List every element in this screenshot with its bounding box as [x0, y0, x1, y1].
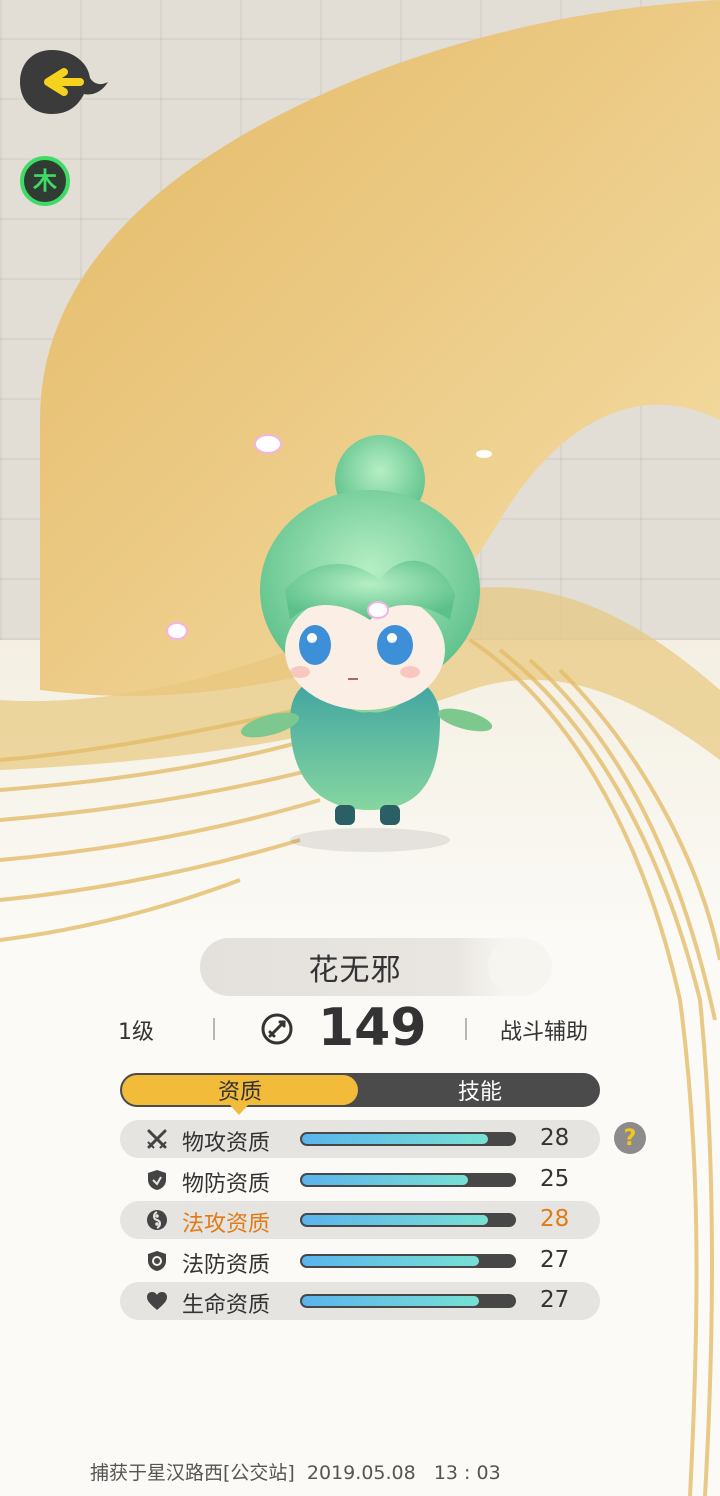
attribute-row: 法防资质 27	[120, 1242, 600, 1280]
help-icon: ?	[623, 1125, 637, 1151]
attribute-value: 27	[540, 1247, 570, 1273]
combat-power-icon	[261, 1013, 293, 1045]
back-arrow-icon	[20, 50, 108, 114]
divider	[213, 1018, 215, 1040]
attribute-value: 27	[540, 1287, 570, 1313]
element-label: 木	[33, 167, 57, 195]
aptitude-bar-fill	[302, 1134, 488, 1144]
pet-level: 1级	[118, 1020, 154, 1045]
attribute-row: 法攻资质 28	[120, 1201, 600, 1239]
capture-location: 捕获于星汉路西[公交站]	[90, 1462, 295, 1484]
aptitude-bar-fill	[302, 1296, 480, 1306]
detail-tabs: 资质 技能	[120, 1073, 600, 1107]
attribute-label: 物攻资质	[182, 1131, 271, 1156]
active-tab-pointer	[230, 1105, 248, 1115]
shield-icon	[148, 1170, 166, 1190]
tab-skills[interactable]: 技能	[362, 1075, 598, 1105]
divider	[465, 1018, 467, 1040]
attribute-value: 28	[540, 1125, 570, 1151]
pet-name: 花无邪	[308, 953, 402, 988]
capture-time: 13 : 03	[433, 1462, 501, 1484]
aptitude-bar	[300, 1173, 516, 1187]
petal-particle	[166, 622, 188, 640]
pet-role: 战斗辅助	[500, 1020, 589, 1045]
aptitude-bar	[300, 1213, 516, 1227]
aptitude-bar	[300, 1294, 516, 1308]
aptitude-bar	[300, 1132, 516, 1146]
attribute-label: 法防资质	[182, 1253, 271, 1278]
wood-element-badge[interactable]: 木	[20, 156, 70, 206]
attribute-row: 物攻资质 28	[120, 1120, 600, 1158]
back-button[interactable]	[18, 48, 110, 116]
capture-info: 捕获于星汉路西[公交站] 2019.05.08 13 : 03	[90, 1458, 501, 1485]
yin-yang-icon	[147, 1210, 167, 1230]
attribute-value: 28	[540, 1206, 570, 1232]
magic-shield-icon	[148, 1251, 166, 1271]
heart-icon	[147, 1292, 167, 1310]
combat-power-value: 149	[318, 998, 427, 1058]
aptitude-bar-fill	[302, 1175, 469, 1185]
aptitude-bar-fill	[302, 1256, 480, 1266]
pet-name-plate: 花无邪	[200, 938, 552, 996]
petal-particles	[254, 434, 492, 619]
aptitude-bar	[300, 1254, 516, 1268]
attribute-label: 生命资质	[182, 1293, 271, 1318]
pet-summary-line: 1级 149 战斗辅助	[0, 998, 720, 1060]
attribute-row: 生命资质 27	[120, 1282, 600, 1320]
attribute-label: 物防资质	[182, 1172, 271, 1197]
aptitude-bar-fill	[302, 1215, 488, 1225]
help-button[interactable]: ?	[614, 1122, 646, 1154]
tab-aptitude[interactable]: 资质	[122, 1075, 358, 1105]
attribute-value: 25	[540, 1166, 570, 1192]
capture-date: 2019.05.08	[306, 1462, 416, 1484]
attribute-row: 物防资质 25	[120, 1161, 600, 1199]
crossed-swords-icon	[147, 1129, 167, 1149]
attribute-label: 法攻资质	[182, 1212, 271, 1237]
